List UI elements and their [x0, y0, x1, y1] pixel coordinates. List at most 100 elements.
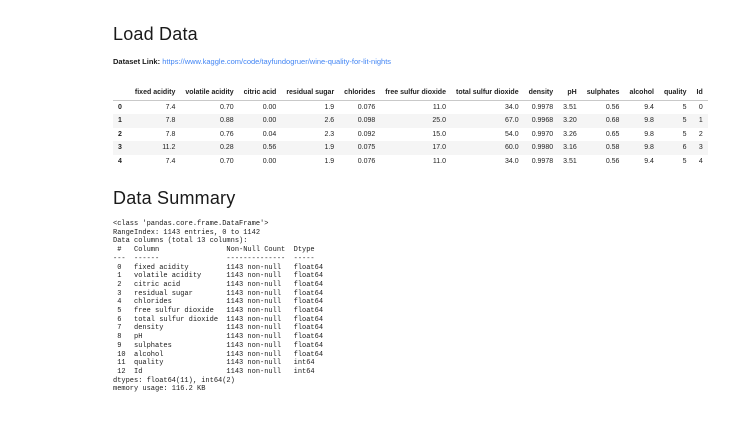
table-cell: 5 — [682, 130, 687, 138]
table-cell: 2.6 — [324, 117, 335, 124]
table-cell: 0.28 — [220, 144, 234, 151]
table-cell: 6 — [682, 144, 687, 151]
row-index: 3 — [118, 144, 122, 151]
table-cell: 3 — [698, 144, 703, 151]
table-cell: 11.0 — [432, 157, 446, 165]
column-header: citric acid — [238, 86, 282, 101]
row-index: 0 — [118, 103, 122, 111]
table-cell: 1.9 — [324, 103, 335, 111]
table-cell: 0.68 — [605, 117, 620, 124]
dataframe-body: 0 7.4 0.70 0.00 1.9 0.076 11.0 34.0 0.9978 3.51 0.… — [113, 100, 708, 168]
table-cell: 0.9978 — [531, 103, 554, 111]
table-cell: 9.8 — [644, 117, 654, 124]
dataset-link[interactable]: https://www.kaggle.com/code/tayfundogrue… — [162, 57, 391, 66]
table-cell: 60.0 — [504, 144, 519, 151]
column-header: chlorides — [339, 86, 381, 101]
table-row: 1 7.8 0.88 0.00 2.6 0.098 25.0 67.0 0.9968 3.20 0.… — [113, 114, 708, 128]
table-cell: 67.0 — [504, 117, 519, 124]
table-cell: 3.26 — [563, 130, 577, 138]
table-cell: 0.076 — [357, 103, 376, 111]
wine-dataframe-table: fixed acidity volatile acidity citric acid… — [113, 86, 708, 168]
table-cell: 0.075 — [357, 144, 376, 151]
table-cell: 1.9 — [324, 144, 335, 151]
table-cell: 3.16 — [563, 144, 577, 151]
table-cell: 0.70 — [220, 103, 234, 111]
table-cell: 11.0 — [432, 103, 446, 111]
table-cell: 0.9980 — [531, 144, 554, 151]
table-cell: 3.20 — [563, 117, 577, 124]
table-cell: 11.2 — [162, 144, 176, 151]
table-cell: 0.04 — [262, 130, 277, 138]
table-cell: 34.0 — [504, 157, 519, 165]
table-cell: 3.51 — [563, 157, 577, 165]
column-header: density — [523, 86, 559, 101]
table-row: 4 7.4 0.70 0.00 1.9 0.076 11.0 34.0 0.9978 3.51 0.… — [113, 155, 708, 169]
table-cell: 9.8 — [644, 144, 654, 151]
column-header: Id — [691, 86, 708, 101]
table-cell: 5 — [682, 117, 687, 124]
column-header: volatile acidity — [180, 86, 239, 101]
table-cell: 0.092 — [357, 130, 376, 138]
header-row: fixed acidity volatile acidity citric acid… — [113, 86, 708, 101]
table-cell: 0.9978 — [531, 157, 554, 165]
table-cell: 17.0 — [432, 144, 446, 151]
table-cell: 0.76 — [220, 130, 234, 138]
table-cell: 54.0 — [504, 130, 519, 138]
data-summary-section: Data Summary <class 'pandas.core.frame.D… — [113, 188, 700, 394]
column-header: pH — [558, 86, 582, 101]
dataset-link-line: Dataset Link: https://www.kaggle.com/cod… — [113, 57, 700, 66]
column-header: fixed acidity — [129, 86, 181, 101]
table-cell: 15.0 — [432, 130, 446, 138]
column-header: sulphates — [581, 86, 625, 101]
table-cell: 0.58 — [605, 144, 620, 151]
notebook-page: Load Data Dataset Link: https://www.kagg… — [0, 0, 740, 394]
dataframe-info-output: <class 'pandas.core.frame.DataFrame'> Ra… — [113, 220, 324, 394]
table-cell: 2 — [698, 130, 703, 138]
row-index: 1 — [118, 117, 122, 124]
table-cell: 7.4 — [165, 103, 176, 111]
column-header: alcohol — [624, 86, 659, 101]
table-cell: 0.00 — [262, 117, 277, 124]
table-cell: 0.00 — [262, 103, 277, 111]
table-cell: 9.8 — [644, 130, 654, 138]
data-summary-heading: Data Summary — [113, 188, 236, 208]
table-cell: 0.9968 — [531, 117, 554, 124]
index-corner-header — [113, 86, 130, 101]
table-row: 0 7.4 0.70 0.00 1.9 0.076 11.0 34.0 0.9978 3.51 0.… — [113, 100, 708, 114]
table-cell: 25.0 — [432, 117, 446, 124]
load-data-section: Load Data Dataset Link: https://www.kagg… — [113, 24, 708, 168]
table-cell: 7.8 — [165, 117, 176, 124]
table-cell: 5 — [682, 157, 687, 165]
table-cell: 4 — [698, 157, 703, 165]
table-cell: 3.51 — [563, 103, 577, 111]
table-row: 3 11.2 0.28 0.56 1.9 0.075 17.0 60.0 0.9980 3.16 0… — [113, 141, 708, 155]
table-cell: 0.56 — [262, 144, 277, 151]
table-cell: 1.9 — [324, 157, 335, 165]
column-header: residual sugar — [281, 86, 340, 101]
load-data-heading: Load Data — [113, 24, 198, 44]
table-cell: 5 — [682, 103, 687, 111]
column-header: total sulfur dioxide — [450, 86, 524, 101]
table-cell: 0 — [698, 103, 703, 111]
table-cell: 0.9970 — [531, 130, 554, 138]
table-cell: 0.65 — [605, 130, 620, 138]
dataframe-header: fixed acidity volatile acidity citric acid… — [113, 86, 708, 101]
table-cell: 7.4 — [165, 157, 176, 165]
table-cell: 34.0 — [504, 103, 519, 111]
table-cell: 9.4 — [644, 157, 654, 165]
table-cell: 7.8 — [165, 130, 176, 138]
table-cell: 0.00 — [262, 157, 277, 165]
column-header: free sulfur dioxide — [380, 86, 451, 101]
table-cell: 2.3 — [324, 130, 335, 138]
row-index: 4 — [118, 157, 122, 165]
table-cell: 0.098 — [357, 117, 376, 124]
table-cell: 0.076 — [357, 157, 376, 165]
table-cell: 1 — [698, 117, 703, 124]
column-header: quality — [658, 86, 692, 101]
row-index: 2 — [118, 130, 122, 138]
table-row: 2 7.8 0.76 0.04 2.3 0.092 15.0 54.0 0.9970 3.26 0.… — [113, 128, 708, 142]
table-cell: 0.56 — [605, 157, 620, 165]
dataset-link-label: Dataset Link: — [113, 57, 161, 66]
table-cell: 0.70 — [220, 157, 234, 165]
table-cell: 0.88 — [220, 117, 234, 124]
